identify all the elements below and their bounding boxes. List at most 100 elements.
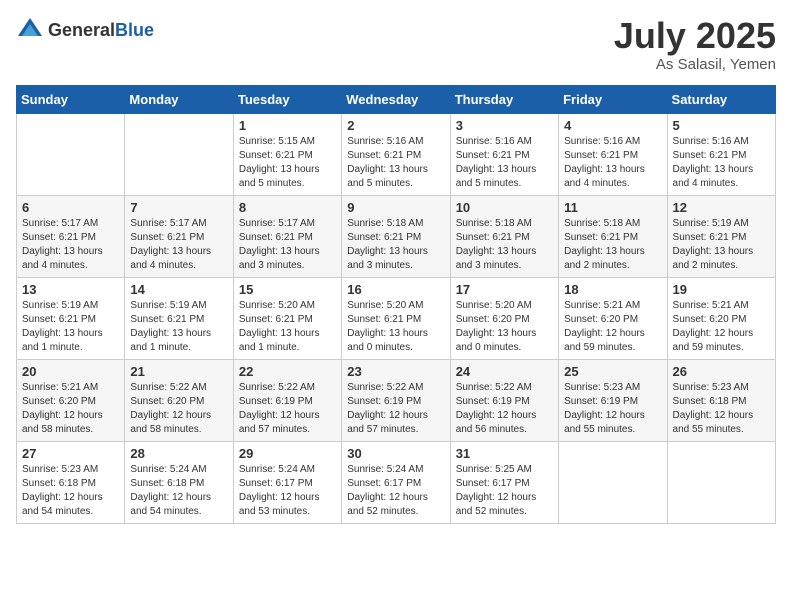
calendar-cell: 26Sunrise: 5:23 AMSunset: 6:18 PMDayligh… xyxy=(667,359,775,441)
day-number: 23 xyxy=(347,364,444,379)
calendar-week-row: 27 Sunrise: 5:23 AMSunset: 6:18 PMDayligh… xyxy=(17,441,776,523)
calendar-cell: 13Sunrise: 5:19 AMSunset: 6:21 PMDayligh… xyxy=(17,277,125,359)
calendar-cell: 25 Sunrise: 5:23 AMSunset: 6:19 PMDayligh… xyxy=(559,359,667,441)
day-number: 29 xyxy=(239,446,336,461)
day-info: Sunrise: 5:24 AMSunset: 6:17 PMDaylight:… xyxy=(239,463,336,519)
day-number: 15 xyxy=(239,282,336,297)
calendar-week-row: 13Sunrise: 5:19 AMSunset: 6:21 PMDayligh… xyxy=(17,277,776,359)
day-info: Sunrise: 5:22 AMSunset: 6:19 PMDaylight:… xyxy=(456,381,553,437)
day-number: 5 xyxy=(673,118,770,133)
day-info: Sunrise: 5:16 AMSunset: 6:21 PMDaylight:… xyxy=(673,135,770,191)
day-info: Sunrise: 5:16 AMSunset: 6:21 PMDaylight:… xyxy=(347,135,444,191)
weekday-header: Wednesday xyxy=(342,85,450,113)
calendar-cell: 16 Sunrise: 5:20 AMSunset: 6:21 PMDayligh… xyxy=(342,277,450,359)
calendar-cell: 8Sunrise: 5:17 AMSunset: 6:21 PMDaylight… xyxy=(233,195,341,277)
month-title: July 2025 xyxy=(614,16,776,56)
day-info: Sunrise: 5:18 AMSunset: 6:21 PMDaylight:… xyxy=(564,217,661,273)
calendar-cell: 7 Sunrise: 5:17 AMSunset: 6:21 PMDaylight… xyxy=(125,195,233,277)
calendar-cell: 21Sunrise: 5:22 AMSunset: 6:20 PMDayligh… xyxy=(125,359,233,441)
weekday-header: Tuesday xyxy=(233,85,341,113)
day-number: 14 xyxy=(130,282,227,297)
calendar-cell: 27 Sunrise: 5:23 AMSunset: 6:18 PMDayligh… xyxy=(17,441,125,523)
calendar-cell: 24 Sunrise: 5:22 AMSunset: 6:19 PMDayligh… xyxy=(450,359,558,441)
weekday-header: Friday xyxy=(559,85,667,113)
day-number: 1 xyxy=(239,118,336,133)
calendar-cell: 28 Sunrise: 5:24 AMSunset: 6:18 PMDayligh… xyxy=(125,441,233,523)
calendar-cell: 20Sunrise: 5:21 AMSunset: 6:20 PMDayligh… xyxy=(17,359,125,441)
day-number: 19 xyxy=(673,282,770,297)
day-info: Sunrise: 5:24 AMSunset: 6:18 PMDaylight:… xyxy=(130,463,227,519)
day-info: Sunrise: 5:22 AMSunset: 6:20 PMDaylight:… xyxy=(130,381,227,437)
calendar-cell: 14Sunrise: 5:19 AMSunset: 6:21 PMDayligh… xyxy=(125,277,233,359)
day-number: 22 xyxy=(239,364,336,379)
calendar-cell: 29 Sunrise: 5:24 AMSunset: 6:17 PMDayligh… xyxy=(233,441,341,523)
day-info: Sunrise: 5:17 AMSunset: 6:21 PMDaylight:… xyxy=(130,217,227,273)
day-info: Sunrise: 5:18 AMSunset: 6:21 PMDaylight:… xyxy=(347,217,444,273)
calendar-cell xyxy=(17,113,125,195)
day-info: Sunrise: 5:25 AMSunset: 6:17 PMDaylight:… xyxy=(456,463,553,519)
calendar-cell: 1 Sunrise: 5:15 AMSunset: 6:21 PMDaylight… xyxy=(233,113,341,195)
day-info: Sunrise: 5:20 AMSunset: 6:20 PMDaylight:… xyxy=(456,299,553,355)
day-number: 25 xyxy=(564,364,661,379)
logo-text-general: General xyxy=(48,20,115,40)
logo: GeneralBlue xyxy=(16,16,154,44)
logo-text-blue: Blue xyxy=(115,20,154,40)
calendar-cell: 17 Sunrise: 5:20 AMSunset: 6:20 PMDayligh… xyxy=(450,277,558,359)
calendar-cell: 11 Sunrise: 5:18 AMSunset: 6:21 PMDayligh… xyxy=(559,195,667,277)
location-subtitle: As Salasil, Yemen xyxy=(614,56,776,73)
day-info: Sunrise: 5:17 AMSunset: 6:21 PMDaylight:… xyxy=(239,217,336,273)
weekday-header: Monday xyxy=(125,85,233,113)
day-info: Sunrise: 5:16 AMSunset: 6:21 PMDaylight:… xyxy=(564,135,661,191)
day-info: Sunrise: 5:20 AMSunset: 6:21 PMDaylight:… xyxy=(347,299,444,355)
day-info: Sunrise: 5:21 AMSunset: 6:20 PMDaylight:… xyxy=(564,299,661,355)
calendar-cell: 30 Sunrise: 5:24 AMSunset: 6:17 PMDayligh… xyxy=(342,441,450,523)
calendar-cell: 4 Sunrise: 5:16 AMSunset: 6:21 PMDaylight… xyxy=(559,113,667,195)
calendar-cell: 23Sunrise: 5:22 AMSunset: 6:19 PMDayligh… xyxy=(342,359,450,441)
calendar-week-row: 6 Sunrise: 5:17 AMSunset: 6:21 PMDaylight… xyxy=(17,195,776,277)
calendar-week-row: 1 Sunrise: 5:15 AMSunset: 6:21 PMDaylight… xyxy=(17,113,776,195)
day-number: 13 xyxy=(22,282,119,297)
calendar-cell: 3Sunrise: 5:16 AMSunset: 6:21 PMDaylight… xyxy=(450,113,558,195)
calendar-cell: 12 Sunrise: 5:19 AMSunset: 6:21 PMDayligh… xyxy=(667,195,775,277)
day-info: Sunrise: 5:19 AMSunset: 6:21 PMDaylight:… xyxy=(673,217,770,273)
calendar-table: SundayMondayTuesdayWednesdayThursdayFrid… xyxy=(16,85,776,524)
day-info: Sunrise: 5:22 AMSunset: 6:19 PMDaylight:… xyxy=(239,381,336,437)
day-number: 2 xyxy=(347,118,444,133)
calendar-cell: 9 Sunrise: 5:18 AMSunset: 6:21 PMDaylight… xyxy=(342,195,450,277)
calendar-cell: 6Sunrise: 5:17 AMSunset: 6:21 PMDaylight… xyxy=(17,195,125,277)
day-number: 4 xyxy=(564,118,661,133)
weekday-header: Sunday xyxy=(17,85,125,113)
day-number: 11 xyxy=(564,200,661,215)
calendar-cell: 15 Sunrise: 5:20 AMSunset: 6:21 PMDayligh… xyxy=(233,277,341,359)
day-number: 24 xyxy=(456,364,553,379)
day-number: 10 xyxy=(456,200,553,215)
day-number: 28 xyxy=(130,446,227,461)
calendar-week-row: 20Sunrise: 5:21 AMSunset: 6:20 PMDayligh… xyxy=(17,359,776,441)
logo-icon xyxy=(16,16,44,44)
calendar-cell: 22 Sunrise: 5:22 AMSunset: 6:19 PMDayligh… xyxy=(233,359,341,441)
day-number: 17 xyxy=(456,282,553,297)
day-info: Sunrise: 5:23 AMSunset: 6:18 PMDaylight:… xyxy=(22,463,119,519)
day-number: 18 xyxy=(564,282,661,297)
day-number: 6 xyxy=(22,200,119,215)
weekday-header: Saturday xyxy=(667,85,775,113)
title-area: July 2025 As Salasil, Yemen xyxy=(614,16,776,73)
day-number: 16 xyxy=(347,282,444,297)
day-number: 31 xyxy=(456,446,553,461)
day-number: 30 xyxy=(347,446,444,461)
day-number: 12 xyxy=(673,200,770,215)
day-number: 7 xyxy=(130,200,227,215)
day-number: 27 xyxy=(22,446,119,461)
day-info: Sunrise: 5:15 AMSunset: 6:21 PMDaylight:… xyxy=(239,135,336,191)
day-number: 26 xyxy=(673,364,770,379)
calendar-cell: 19 Sunrise: 5:21 AMSunset: 6:20 PMDayligh… xyxy=(667,277,775,359)
calendar-cell xyxy=(125,113,233,195)
day-info: Sunrise: 5:20 AMSunset: 6:21 PMDaylight:… xyxy=(239,299,336,355)
day-info: Sunrise: 5:23 AMSunset: 6:19 PMDaylight:… xyxy=(564,381,661,437)
calendar-cell: 5 Sunrise: 5:16 AMSunset: 6:21 PMDaylight… xyxy=(667,113,775,195)
calendar-cell xyxy=(559,441,667,523)
day-number: 9 xyxy=(347,200,444,215)
day-info: Sunrise: 5:21 AMSunset: 6:20 PMDaylight:… xyxy=(673,299,770,355)
day-number: 3 xyxy=(456,118,553,133)
day-info: Sunrise: 5:24 AMSunset: 6:17 PMDaylight:… xyxy=(347,463,444,519)
